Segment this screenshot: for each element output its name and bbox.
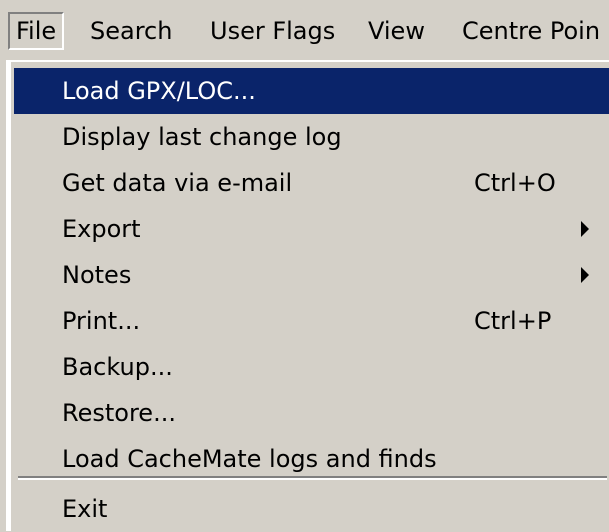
- menu-item-label: Backup...: [62, 353, 173, 381]
- menu-item-restore[interactable]: Restore...: [14, 390, 609, 436]
- menubar-view[interactable]: View: [368, 12, 425, 50]
- shortcut-label: Ctrl+P: [474, 307, 552, 335]
- menu-item-display-last-change-log[interactable]: Display last change log: [14, 114, 609, 160]
- menu-item-label: Get data via e-mail: [62, 169, 293, 197]
- menu-item-exit[interactable]: Exit: [14, 486, 609, 532]
- shortcut-label: Ctrl+O: [474, 169, 556, 197]
- menu-item-notes[interactable]: Notes: [14, 252, 609, 298]
- menubar-user-flags[interactable]: User Flags: [210, 12, 335, 50]
- menu-item-label: Print...: [62, 307, 141, 335]
- menu-bar: File Search User Flags View Centre Poin: [0, 0, 609, 62]
- menu-item-label: Restore...: [62, 399, 176, 427]
- chevron-right-icon: [581, 221, 589, 237]
- menu-item-label: Exit: [62, 495, 108, 523]
- chevron-right-icon: [581, 267, 589, 283]
- menu-item-label: Load GPX/LOC...: [62, 77, 256, 105]
- menu-item-backup[interactable]: Backup...: [14, 344, 609, 390]
- menu-item-print[interactable]: Print... Ctrl+P: [14, 298, 609, 344]
- menu-separator: [18, 476, 607, 480]
- menubar-file[interactable]: File: [8, 12, 65, 50]
- menu-item-label: Display last change log: [62, 123, 342, 151]
- menubar-centre-point[interactable]: Centre Poin: [462, 12, 600, 50]
- menu-item-get-data-via-email[interactable]: Get data via e-mail Ctrl+O: [14, 160, 609, 206]
- menu-item-label: Export: [62, 215, 141, 243]
- menu-item-export[interactable]: Export: [14, 206, 609, 252]
- menu-item-label: Notes: [62, 261, 132, 289]
- menubar-search[interactable]: Search: [90, 12, 172, 50]
- file-menu-dropdown: Load GPX/LOC... Display last change log …: [6, 60, 609, 531]
- menu-item-load-gpx-loc[interactable]: Load GPX/LOC...: [14, 68, 609, 114]
